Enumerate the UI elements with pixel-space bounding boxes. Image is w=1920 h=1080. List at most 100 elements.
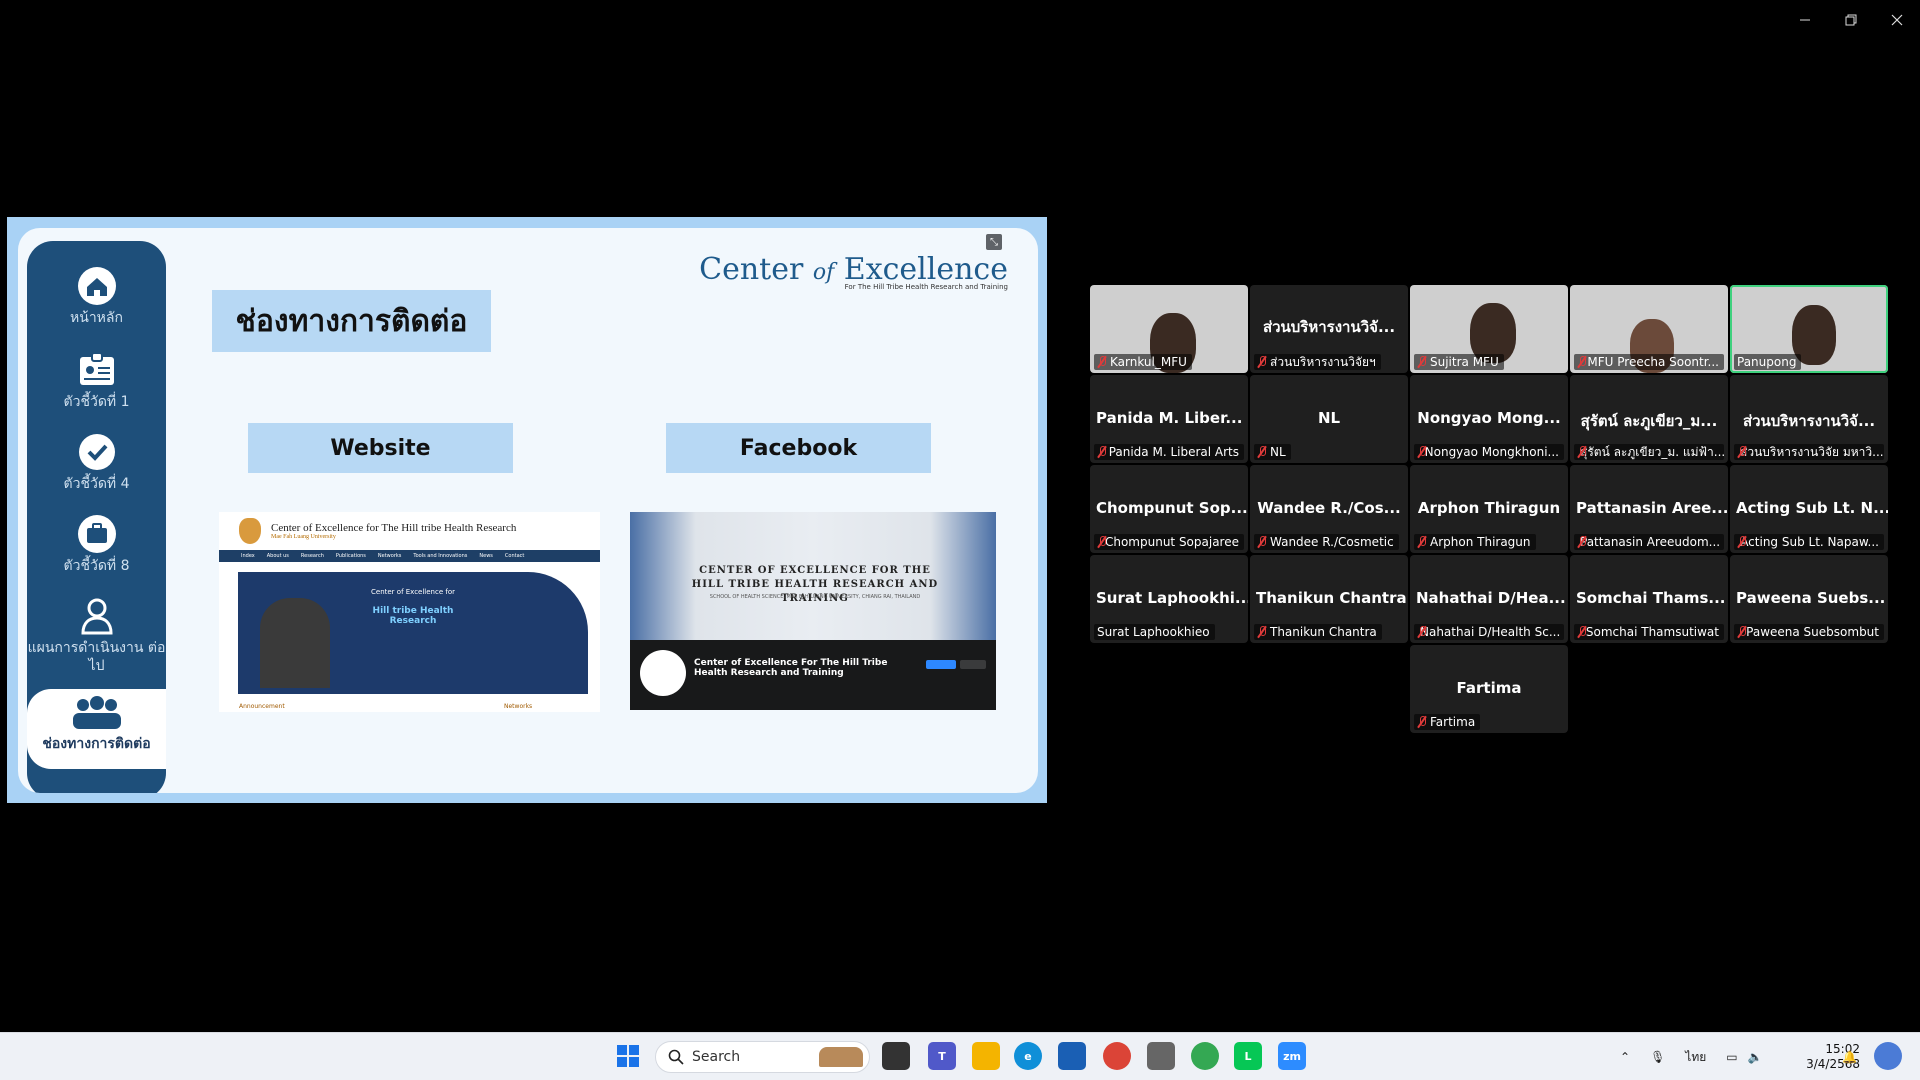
participant-tile[interactable]: Arphon Thiragun Arphon Thiragun [1410, 465, 1568, 553]
notification-icon[interactable]: 🔔 [1842, 1033, 1857, 1080]
file-explorer-icon[interactable] [972, 1042, 1000, 1070]
chrome-profile-icon[interactable] [1191, 1042, 1219, 1070]
participant-tile[interactable]: Nongyao Mong... Nongyao Mongkhoni... [1410, 375, 1568, 463]
participant-tile-active-speaker[interactable]: Panupong [1730, 285, 1888, 373]
website-nav: Index About us Research Publications Net… [219, 550, 600, 562]
task-view-icon[interactable] [882, 1042, 910, 1070]
participant-tile[interactable]: NL NL [1250, 375, 1408, 463]
like-button [960, 660, 986, 669]
participant-tile[interactable]: MFU Preecha Soontr... [1570, 285, 1728, 373]
muted-mic-icon [1417, 716, 1427, 728]
restore-button[interactable] [1828, 0, 1874, 40]
home-icon [77, 267, 116, 305]
search-icon [668, 1049, 684, 1065]
muted-mic-icon [1257, 446, 1267, 458]
minimize-icon [1800, 19, 1810, 21]
window-controls [1782, 0, 1920, 40]
participant-tile[interactable]: Surat Laphookhi... Surat Laphookhieo [1090, 555, 1248, 643]
website-hero: Center of Excellence for Hill tribe Heal… [238, 572, 588, 694]
participant-tile[interactable]: Somchai Thams... Somchai Thamsutiwat [1570, 555, 1728, 643]
participant-tile[interactable]: Pattanasin Aree... Pattanasin Areeudom..… [1570, 465, 1728, 553]
participant-tile[interactable]: ส่วนบริหารงานวิจั... ส่วนบริหารงานวิจัยฯ [1250, 285, 1408, 373]
close-button[interactable] [1874, 0, 1920, 40]
sidebar-item-home[interactable]: หน้าหลัก [27, 265, 166, 327]
sidebar-item-label: ตัวชี้วัดที่ 4 [63, 476, 130, 492]
edge-icon[interactable]: e [1014, 1042, 1042, 1070]
sidebar-item-label: ตัวชี้วัดที่ 8 [63, 558, 130, 574]
network-icon[interactable]: ▭ [1726, 1050, 1737, 1064]
sidebar-item-kpi-1[interactable]: ตัวชี้วัดที่ 1 [27, 349, 166, 411]
muted-mic-icon [1577, 356, 1587, 368]
muted-mic-icon [1257, 356, 1267, 368]
website-label: Website [248, 423, 513, 473]
shared-screen: ⤡ หน้าหลัก ตัวชี้วัดที่ 1 ตัวชี้วัดที่ 4… [7, 217, 1047, 803]
message-button [926, 660, 956, 669]
muted-mic-icon [1097, 356, 1107, 368]
group-icon [72, 696, 121, 729]
participant-tile[interactable]: Karnkul_MFU [1090, 285, 1248, 373]
close-icon [1891, 14, 1903, 26]
slide-sidebar: หน้าหลัก ตัวชี้วัดที่ 1 ตัวชี้วัดที่ 4 ต… [27, 241, 166, 793]
participant-tile[interactable]: Chompunut Sop... Chompunut Sopajaree [1090, 465, 1248, 553]
sidebar-item-label: ช่องทางการติดต่อ [42, 736, 151, 752]
muted-mic-icon [1417, 356, 1427, 368]
brand-logo: Center of Excellence For The Hill Tribe … [699, 252, 1008, 291]
sidebar-item-next-plan[interactable]: แผนการดำเนินงาน ต่อไป [27, 595, 166, 675]
participant-tile[interactable]: Fartima Fartima [1410, 645, 1568, 733]
windows-start-icon[interactable] [614, 1042, 642, 1070]
muted-mic-icon [1097, 536, 1106, 548]
zoom-icon[interactable]: zm [1278, 1042, 1306, 1070]
website-screenshot[interactable]: Center of Excellence for The Hill tribe … [219, 512, 600, 712]
facebook-avatar [640, 650, 686, 696]
line-icon[interactable]: L [1234, 1042, 1262, 1070]
muted-mic-icon [1257, 626, 1267, 638]
store-icon[interactable] [1058, 1042, 1086, 1070]
participant-tile[interactable]: Acting Sub Lt. N... Acting Sub Lt. Napaw… [1730, 465, 1888, 553]
university-logo-icon [239, 518, 261, 544]
muted-mic-icon [1417, 446, 1426, 458]
chevron-up-icon[interactable]: ⌃ [1620, 1050, 1630, 1064]
facebook-screenshot[interactable]: CENTER OF EXCELLENCE FOR THE HILL TRIBE … [630, 512, 996, 710]
system-tray: ⌃ 🎙 ไทย ▭ 🔈 [1620, 1033, 1763, 1080]
muted-mic-icon [1257, 536, 1267, 548]
sidebar-item-label: หน้าหลัก [70, 310, 123, 326]
participant-tile[interactable]: Wandee R./Cos... Wandee R./Cosmetic [1250, 465, 1408, 553]
sidebar-item-kpi-4[interactable]: ตัวชี้วัดที่ 4 [27, 431, 166, 493]
sidebar-item-label: ตัวชี้วัดที่ 1 [63, 394, 130, 410]
participant-tile[interactable]: ส่วนบริหารงานวิจั... ส่วนบริหารงานวิจัย … [1730, 375, 1888, 463]
language-indicator[interactable]: ไทย [1685, 1048, 1706, 1067]
slide-title: ช่องทางการติดต่อ [212, 290, 491, 352]
participant-tile[interactable]: Paweena Suebs... Paweena Suebsombut [1730, 555, 1888, 643]
facebook-label: Facebook [666, 423, 931, 473]
search-highlight-icon [819, 1047, 863, 1067]
restore-icon [1845, 14, 1857, 26]
muted-mic-icon [1097, 446, 1106, 458]
sidebar-item-contact[interactable]: ช่องทางการติดต่อ [27, 689, 166, 769]
speaker-photo [260, 598, 330, 688]
minimize-button[interactable] [1782, 0, 1828, 40]
participant-tile[interactable]: Nahathai D/Hea... Nahathai D/Health Sc..… [1410, 555, 1568, 643]
sidebar-item-label: แผนการดำเนินงาน ต่อไป [27, 640, 166, 674]
exit-fullscreen-icon[interactable]: ⤡ [986, 234, 1002, 250]
sidebar-item-kpi-8[interactable]: ตัวชี้วัดที่ 8 [27, 513, 166, 575]
app-icon[interactable] [1147, 1042, 1175, 1070]
presentation-slide: ⤡ หน้าหลัก ตัวชี้วัดที่ 1 ตัวชี้วัดที่ 4… [18, 228, 1038, 793]
person-icon [80, 598, 113, 635]
check-circle-icon [78, 434, 115, 470]
participant-tile[interactable]: Sujitra MFU [1410, 285, 1568, 373]
briefcase-icon [77, 515, 116, 553]
muted-mic-icon [1577, 626, 1586, 638]
chrome-icon[interactable] [1103, 1042, 1131, 1070]
participant-tile[interactable]: สุรัตน์ ละภูเขียว_ม... สุรัตน์ ละภูเขียว… [1570, 375, 1728, 463]
volume-icon[interactable]: 🔈 [1748, 1050, 1763, 1064]
participant-tile[interactable]: Thanikun Chantra Thanikun Chantra [1250, 555, 1408, 643]
taskbar-search[interactable]: Search [655, 1041, 870, 1073]
muted-mic-icon [1417, 536, 1427, 548]
participant-tile[interactable]: Panida M. Liber... Panida M. Liberal Art… [1090, 375, 1248, 463]
muted-mic-icon [1737, 626, 1747, 638]
teams-icon[interactable]: T [928, 1042, 956, 1070]
microphone-icon[interactable]: 🎙 [1650, 1050, 1665, 1064]
copilot-icon[interactable] [1874, 1042, 1902, 1070]
id-card-icon [79, 352, 114, 385]
taskbar: Search T e L zm ⌃ 🎙 ไทย ▭ 🔈 15:02 3/4/25… [0, 1032, 1920, 1080]
